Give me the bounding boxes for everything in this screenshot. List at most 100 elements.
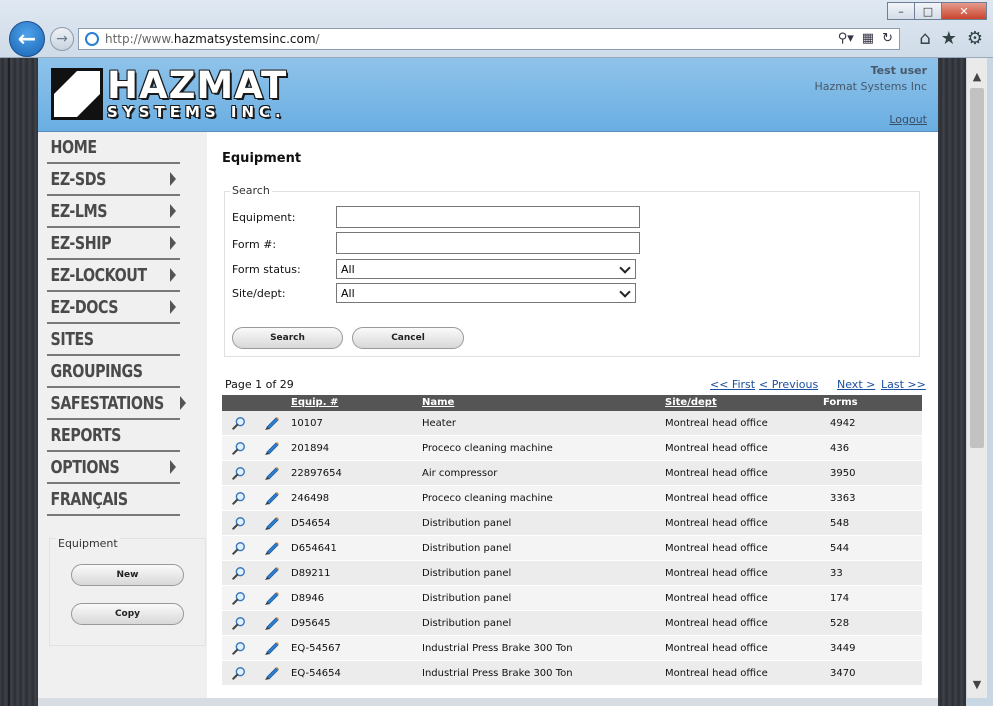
nav-item-label: SITES (50, 328, 95, 350)
cell-name: Distribution panel (422, 618, 512, 629)
cell-equip-number: 22897654 (291, 468, 342, 479)
column-site-dept[interactable]: Site/dept (665, 397, 717, 408)
table-row[interactable]: D95645 Distribution panel Montreal head of… (222, 611, 922, 636)
minimize-button[interactable]: – (887, 2, 915, 20)
nav-item-groupings[interactable]: GROUPINGS (47, 356, 180, 388)
hazmat-logo[interactable]: HAZMAT SYSTEMS INC. (51, 67, 287, 120)
cell-site-dept: Montreal head office (665, 468, 768, 479)
cell-equip-number: D654641 (291, 543, 337, 554)
nav-item-label: EZ-SHIP (50, 232, 112, 254)
edit-pencil-icon[interactable] (264, 439, 280, 455)
nav-item-ez-lms[interactable]: EZ-LMS (47, 196, 180, 228)
table-row[interactable]: EQ-54654 Industrial Press Brake 300 Ton Mo… (222, 661, 922, 686)
table-row[interactable]: EQ-54567 Industrial Press Brake 300 Ton Mo… (222, 636, 922, 661)
window-border (987, 58, 993, 706)
previous-page-link[interactable]: < Previous (759, 378, 818, 391)
edit-pencil-icon[interactable] (264, 514, 280, 530)
view-magnifier-icon[interactable] (232, 565, 246, 580)
search-panel: Search Equipment: Form #: Form status: A… (224, 184, 920, 357)
table-row[interactable]: D654641 Distribution panel Montreal head o… (222, 536, 922, 561)
view-magnifier-icon[interactable] (232, 540, 246, 555)
cell-equip-number: D54654 (291, 518, 331, 529)
address-tools: ⚲▾ ▦ ↻ (838, 31, 893, 46)
table-row[interactable]: D8946 Distribution panel Montreal head off… (222, 586, 922, 611)
table-row[interactable]: D54654 Distribution panel Montreal head of… (222, 511, 922, 536)
panel-title: Equipment (56, 537, 120, 550)
logout-link[interactable]: Logout (889, 113, 927, 126)
view-magnifier-icon[interactable] (232, 515, 246, 530)
last-page-link[interactable]: Last >> (881, 378, 926, 391)
table-row[interactable]: D89211 Distribution panel Montreal head of… (222, 561, 922, 586)
cell-forms: 436 (830, 443, 850, 454)
view-magnifier-icon[interactable] (232, 465, 246, 480)
view-magnifier-icon[interactable] (232, 590, 246, 605)
scroll-down-icon[interactable]: ▼ (967, 674, 987, 694)
edit-pencil-icon[interactable] (264, 664, 280, 680)
nav-item-options[interactable]: OPTIONS (47, 452, 180, 484)
table-row[interactable]: 201894 Proceco cleaning machine Montreal h… (222, 436, 922, 461)
edit-pencil-icon[interactable] (264, 564, 280, 580)
cell-site-dept: Montreal head office (665, 568, 768, 579)
table-row[interactable]: 10107 Heater Montreal head office 4942 (222, 411, 922, 436)
cell-name: Distribution panel (422, 568, 512, 579)
nav-item-home[interactable]: HOME (47, 132, 180, 164)
view-magnifier-icon[interactable] (232, 665, 246, 680)
first-page-link[interactable]: << First (710, 378, 755, 391)
nav-item-ez-sds[interactable]: EZ-SDS (47, 164, 180, 196)
cell-equip-number: D95645 (291, 618, 331, 629)
view-magnifier-icon[interactable] (232, 490, 246, 505)
view-magnifier-icon[interactable] (232, 615, 246, 630)
column-name[interactable]: Name (422, 397, 454, 408)
forward-button[interactable]: → (50, 27, 74, 51)
nav-item-label: FRANÇAIS (50, 488, 129, 510)
nav-item-ez-ship[interactable]: EZ-SHIP (47, 228, 180, 260)
edit-pencil-icon[interactable] (264, 489, 280, 505)
next-page-link[interactable]: Next > (837, 378, 875, 391)
site-dept-select[interactable]: All (336, 283, 636, 303)
cancel-button[interactable]: Cancel (352, 327, 464, 349)
back-button[interactable]: ← (9, 21, 45, 57)
maximize-button[interactable]: □ (914, 2, 942, 20)
scroll-up-icon[interactable]: ▲ (967, 66, 987, 86)
nav-item-fran-ais[interactable]: FRANÇAIS (47, 484, 180, 516)
home-icon[interactable]: ⌂ (919, 28, 930, 49)
equipment-input[interactable] (336, 206, 640, 228)
search-icon[interactable]: ⚲▾ (838, 31, 854, 46)
nav-item-ez-docs[interactable]: EZ-DOCS (47, 292, 180, 324)
address-bar[interactable]: http://www.hazmatsystemsinc.com/ ⚲▾ ▦ ↻ (78, 28, 900, 50)
nav-item-sites[interactable]: SITES (47, 324, 180, 356)
cell-forms: 33 (830, 568, 843, 579)
edit-pencil-icon[interactable] (264, 639, 280, 655)
nav-item-ez-lockout[interactable]: EZ-LOCKOUT (47, 260, 180, 292)
scrollbar-thumb[interactable] (970, 88, 984, 448)
form-number-input[interactable] (336, 232, 640, 254)
gear-icon[interactable]: ⚙ (967, 28, 983, 49)
close-window-button[interactable]: ✕ (941, 2, 987, 20)
refresh-icon[interactable]: ↻ (882, 31, 893, 46)
view-magnifier-icon[interactable] (232, 415, 246, 430)
table-row[interactable]: 22897654 Air compressor Montreal head offi… (222, 461, 922, 486)
edit-pencil-icon[interactable] (264, 539, 280, 555)
cell-equip-number: 201894 (291, 443, 330, 454)
table-row[interactable]: 246498 Proceco cleaning machine Montreal h… (222, 486, 922, 511)
edit-pencil-icon[interactable] (264, 589, 280, 605)
favorites-star-icon[interactable]: ★ (941, 28, 957, 49)
column-equip-number[interactable]: Equip. # (291, 397, 338, 408)
chevron-right-icon (170, 204, 176, 218)
nav-item-safestations[interactable]: SAFESTATIONS (47, 388, 186, 420)
view-magnifier-icon[interactable] (232, 440, 246, 455)
compat-view-icon[interactable]: ▦ (862, 31, 874, 46)
copy-button[interactable]: Copy (71, 603, 184, 625)
vertical-scrollbar[interactable]: ▲ ▼ (966, 58, 987, 698)
cell-forms: 174 (830, 593, 850, 604)
edit-pencil-icon[interactable] (264, 414, 280, 430)
search-button[interactable]: Search (232, 327, 343, 349)
edit-pencil-icon[interactable] (264, 614, 280, 630)
new-button[interactable]: New (71, 564, 184, 586)
cell-forms: 3950 (830, 468, 856, 479)
form-status-select[interactable]: All (336, 259, 636, 279)
nav-item-label: REPORTS (50, 424, 122, 446)
nav-item-reports[interactable]: REPORTS (47, 420, 180, 452)
edit-pencil-icon[interactable] (264, 464, 280, 480)
view-magnifier-icon[interactable] (232, 640, 246, 655)
